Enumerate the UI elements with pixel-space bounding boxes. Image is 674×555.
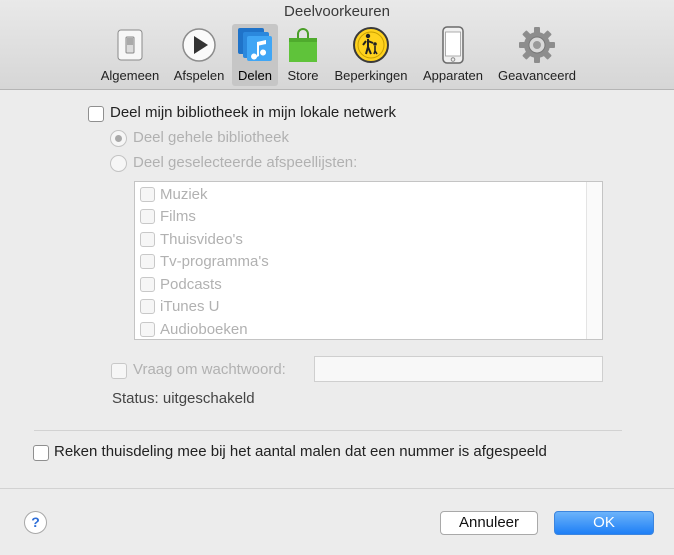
parental-controls-icon: [350, 24, 392, 66]
general-switch-icon: [109, 24, 151, 66]
ok-button[interactable]: OK: [554, 511, 654, 535]
shopping-bag-icon: [282, 24, 324, 66]
tab-label: Store: [287, 68, 319, 83]
tab-label: Delen: [238, 68, 272, 83]
tab-apparaten[interactable]: Apparaten: [418, 24, 488, 86]
tab-afspelen[interactable]: Afspelen: [170, 24, 228, 86]
home-sharing-label: Reken thuisdeling mee bij het aantal mal…: [54, 443, 547, 460]
playlist-checkbox[interactable]: [140, 277, 155, 292]
share-selected-label: Deel geselecteerde afspeellijsten:: [133, 154, 358, 171]
iphone-icon: [432, 24, 474, 66]
playlist-checkbox[interactable]: [140, 232, 155, 247]
password-checkbox[interactable]: [111, 363, 127, 379]
gear-icon: [516, 24, 558, 66]
title-bar: Deelvoorkeuren Algemeen Afspelen Delen S…: [0, 0, 674, 90]
playlist-label: Audioboeken: [160, 321, 248, 338]
list-scrollbar[interactable]: [586, 182, 602, 339]
divider: [34, 430, 622, 431]
tab-delen[interactable]: Delen: [232, 24, 278, 86]
tab-label: Algemeen: [100, 68, 160, 83]
playlist-checkbox[interactable]: [140, 322, 155, 337]
playlist-label: Tv-programma's: [160, 253, 269, 270]
playlist-checkbox[interactable]: [140, 254, 155, 269]
playlist-checkbox[interactable]: [140, 187, 155, 202]
password-input[interactable]: [314, 356, 603, 382]
playlist-label: Podcasts: [160, 276, 222, 293]
help-button[interactable]: ?: [24, 511, 47, 534]
share-all-radio[interactable]: [110, 130, 127, 147]
share-library-checkbox[interactable]: [88, 106, 104, 122]
window-title: Deelvoorkeuren: [284, 3, 390, 20]
playlist-checkbox[interactable]: [140, 299, 155, 314]
tab-label: Geavanceerd: [497, 68, 577, 83]
playlist-checkbox[interactable]: [140, 209, 155, 224]
share-selected-radio[interactable]: [110, 155, 127, 172]
share-all-label: Deel gehele bibliotheek: [133, 129, 289, 146]
tab-algemeen[interactable]: Algemeen: [98, 24, 162, 86]
tab-geavanceerd[interactable]: Geavanceerd: [493, 24, 581, 86]
tab-label: Apparaten: [423, 68, 483, 83]
playlist-label: Films: [160, 208, 196, 225]
playlist-label: iTunes U: [160, 298, 220, 315]
home-sharing-checkbox[interactable]: [33, 445, 49, 461]
play-icon: [178, 24, 220, 66]
tab-label: Afspelen: [173, 68, 225, 83]
preferences-toolbar: Algemeen Afspelen Delen Store Beperkinge: [0, 24, 674, 90]
status-text: Status: uitgeschakeld: [112, 390, 255, 407]
playlist-label: Thuisvideo's: [160, 231, 243, 248]
share-library-label: Deel mijn bibliotheek in mijn lokale net…: [110, 104, 396, 121]
playlist-list[interactable]: Muziek Films Thuisvideo's Tv-programma's…: [134, 181, 603, 340]
footer-divider: [0, 488, 674, 489]
share-music-icon: [234, 24, 276, 66]
tab-beperkingen[interactable]: Beperkingen: [329, 24, 413, 86]
tab-label: Beperkingen: [334, 68, 408, 83]
playlist-label: Muziek: [160, 186, 208, 203]
cancel-button[interactable]: Annuleer: [440, 511, 538, 535]
tab-store[interactable]: Store: [283, 24, 323, 86]
password-label: Vraag om wachtwoord:: [133, 361, 286, 378]
